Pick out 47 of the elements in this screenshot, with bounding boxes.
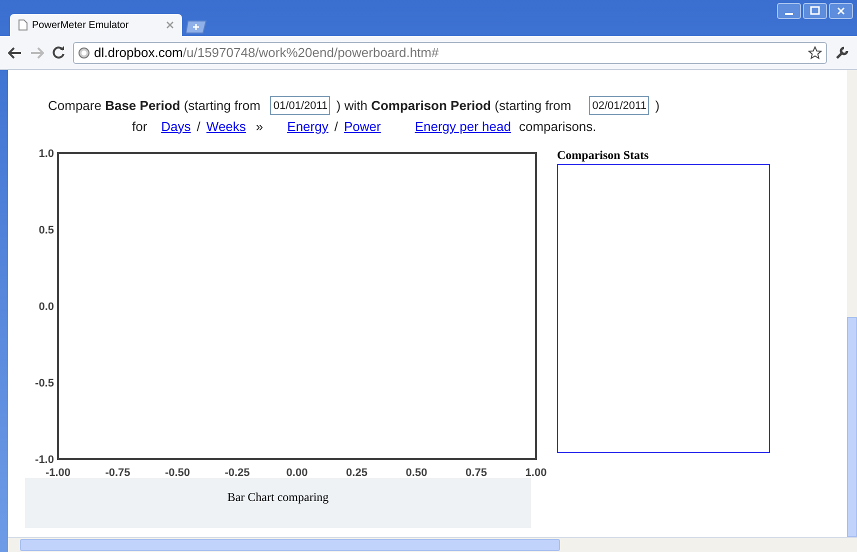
- y-tick-label: 0.0: [38, 301, 54, 313]
- label-text: comparisons.: [518, 118, 596, 134]
- compare-sentence: Compare Base Period (starting from: [48, 97, 260, 115]
- stats-title: Comparison Stats: [557, 147, 650, 164]
- page-icon: [18, 19, 28, 31]
- y-tick-label: -1.0: [35, 454, 54, 466]
- label-text: /: [334, 118, 338, 136]
- forward-icon[interactable]: [30, 46, 44, 58]
- new-tab-icon[interactable]: [186, 20, 208, 34]
- compare-sentence: ) with Comparison Period (starting from: [336, 97, 572, 115]
- label-text: /: [196, 118, 200, 136]
- star-icon[interactable]: [808, 46, 822, 60]
- label-text: for: [132, 118, 148, 134]
- link[interactable]: Energy: [287, 116, 328, 136]
- link[interactable]: Power: [344, 116, 381, 136]
- close-icon[interactable]: [829, 3, 853, 19]
- minimize-icon[interactable]: [777, 3, 801, 19]
- horizontal-scrollbar[interactable]: [8, 537, 857, 552]
- x-tick-label: -0.25: [224, 467, 250, 478]
- maximize-icon[interactable]: [803, 3, 827, 19]
- close-icon[interactable]: [166, 21, 174, 29]
- date-field[interactable]: 02/01/2011: [589, 96, 650, 116]
- link[interactable]: Energy per head: [414, 118, 511, 134]
- label-text: »: [256, 118, 264, 134]
- x-tick-label: 0.50: [406, 467, 428, 478]
- x-tick-label: -1.00: [45, 467, 71, 478]
- link[interactable]: Weeks: [206, 116, 246, 136]
- chart-caption: Bar Chart comparing: [227, 489, 329, 506]
- reload-icon[interactable]: [52, 46, 65, 59]
- x-tick-label: 0.25: [346, 467, 368, 478]
- address-bar[interactable]: dl.dropbox.com/u/15970748/work%20end/powerboard.htm#: [73, 42, 827, 64]
- back-icon[interactable]: [8, 46, 22, 58]
- x-tick-label: -0.50: [164, 467, 190, 478]
- x-tick-label: 1.00: [525, 467, 547, 478]
- url-text: dl.dropbox.com/u/15970748/work%20end/powerboard.htm#: [94, 44, 440, 62]
- y-tick-label: -0.5: [35, 378, 54, 390]
- link[interactable]: Days: [161, 116, 191, 136]
- y-tick-label: 1.0: [38, 148, 54, 160]
- date-field[interactable]: 01/01/2011: [270, 96, 330, 116]
- wrench-icon[interactable]: [835, 46, 849, 60]
- vertical-scrollbar[interactable]: [847, 70, 857, 537]
- browser-tab[interactable]: PowerMeter Emulator: [10, 14, 182, 36]
- y-tick-label: 0.5: [38, 224, 54, 236]
- x-tick-label: 0.00: [286, 467, 308, 478]
- x-tick-label: 0.75: [466, 467, 487, 478]
- label-text: ): [655, 97, 660, 115]
- x-tick-label: -0.75: [105, 467, 130, 478]
